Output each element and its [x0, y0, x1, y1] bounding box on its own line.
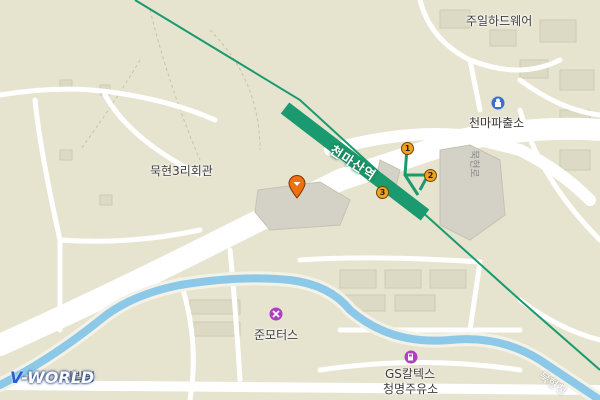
car-shop-label: 준모터스 [254, 328, 299, 342]
exit-1-marker[interactable]: 1 [401, 142, 414, 155]
exit-3-marker[interactable]: 3 [376, 186, 389, 199]
exit-2-marker[interactable]: 2 [424, 169, 437, 182]
road-label-small: 묵현로 [468, 150, 479, 178]
vworld-logo: V-WORLD [10, 368, 94, 387]
police-icon[interactable] [491, 95, 505, 114]
hardware-store-label: 주일하드웨어 [466, 14, 533, 28]
gas-station-label-line2: 청명주유소 [383, 382, 439, 396]
location-pin-icon[interactable] [288, 175, 306, 203]
map-canvas[interactable]: 천마산역 1 2 3 천마파출소 주일하드웨어 묵현3리회관 묵현로 준모터스 [0, 0, 600, 400]
wrench-icon[interactable] [269, 306, 283, 325]
village-hall-label: 묵현3리회관 [150, 164, 213, 178]
logo-prefix: V [10, 368, 22, 387]
logo-text: -WORLD [21, 368, 95, 387]
police-box-label: 천마파출소 [469, 116, 525, 130]
